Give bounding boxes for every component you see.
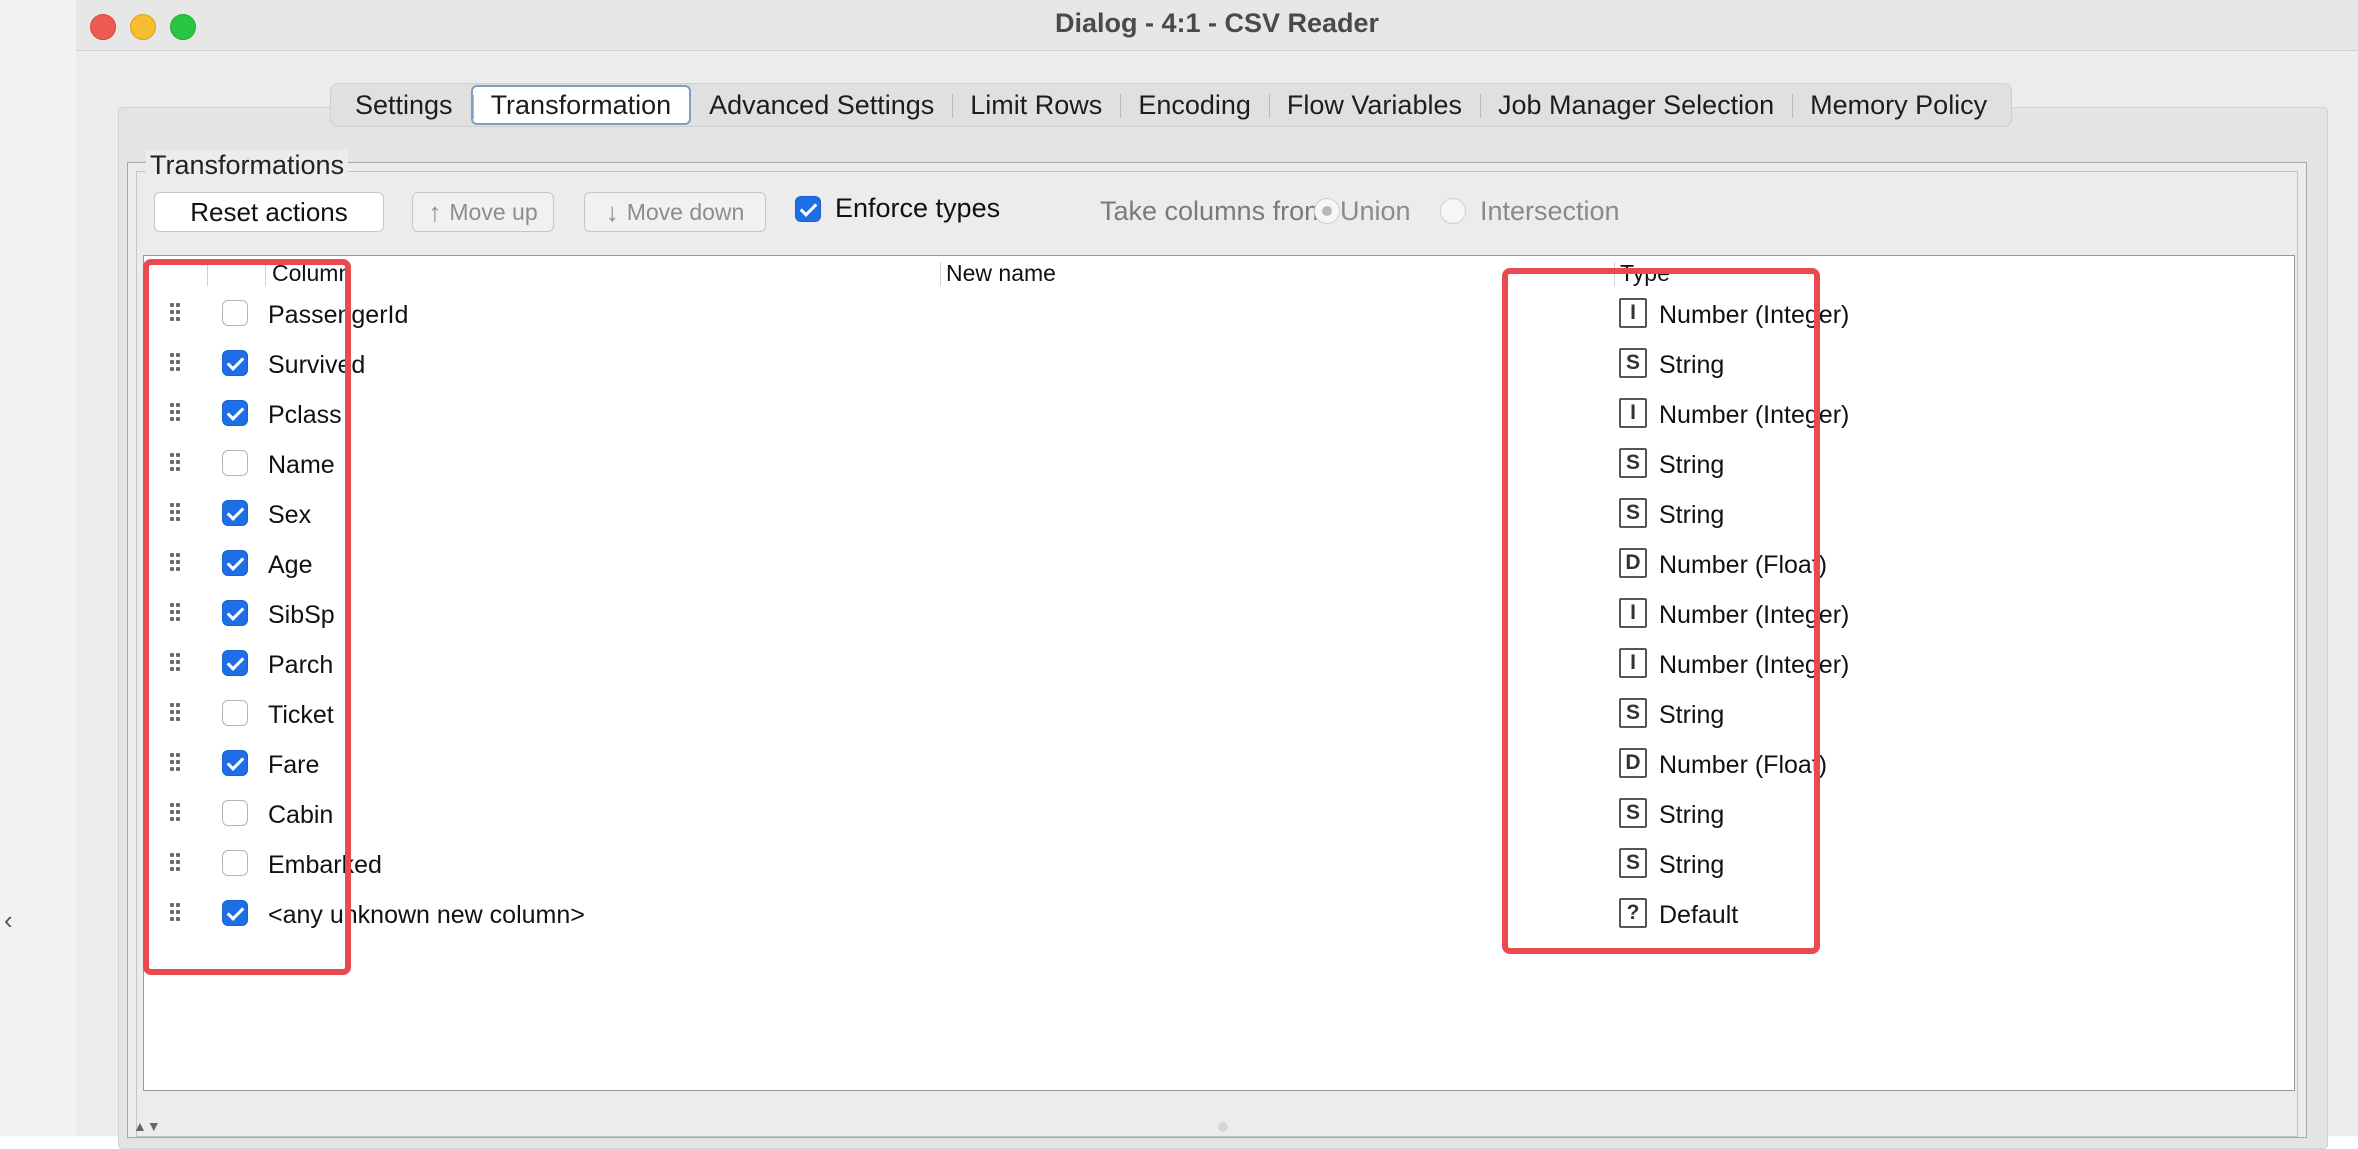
- tab-flow-variables[interactable]: Flow Variables: [1268, 86, 1480, 124]
- table-row[interactable]: Embarked S String: [144, 839, 2294, 889]
- arrow-up-icon: ↑: [428, 196, 442, 227]
- move-up-button[interactable]: ↑ Move up: [412, 192, 554, 232]
- take-columns-from-label: Take columns from:: [1100, 196, 1335, 226]
- collapse-chevron-icon[interactable]: ‹: [4, 905, 13, 936]
- transformations-table: Column New name Type PassengerId I Number …: [143, 255, 2295, 1091]
- transformations-group-title: Transformations: [146, 150, 349, 181]
- move-down-label: Move down: [626, 198, 745, 225]
- highlight-box-type: [1502, 268, 1820, 954]
- tab-transformation[interactable]: Transformation: [470, 85, 692, 125]
- reset-actions-button[interactable]: Reset actions: [154, 192, 384, 232]
- arrow-down-icon: ↓: [605, 196, 619, 227]
- table-row[interactable]: Age D Number (Float): [144, 539, 2294, 589]
- union-radio[interactable]: [1314, 198, 1340, 224]
- table-row[interactable]: Survived S String: [144, 339, 2294, 389]
- table-row[interactable]: SibSp I Number (Integer): [144, 589, 2294, 639]
- enforce-types-control[interactable]: Enforce types: [795, 193, 1000, 224]
- intersection-radio[interactable]: [1440, 198, 1466, 224]
- host-window-gutter: ‹: [0, 0, 77, 1136]
- window-title: Dialog - 4:1 - CSV Reader: [1054, 8, 1380, 38]
- tab-settings[interactable]: Settings: [337, 86, 471, 124]
- title-bar: Dialog - 4:1 - CSV Reader: [76, 0, 2358, 51]
- move-down-button[interactable]: ↓ Move down: [584, 192, 766, 232]
- new-name-header[interactable]: New name: [946, 260, 1056, 287]
- table-row[interactable]: Fare D Number (Float): [144, 739, 2294, 789]
- table-row[interactable]: PassengerId I Number (Integer): [144, 289, 2294, 339]
- highlight-box-column: [143, 259, 351, 975]
- table-row[interactable]: <any unknown new column>? Default: [144, 889, 2294, 939]
- tab-limit-rows[interactable]: Limit Rows: [952, 86, 1120, 124]
- enforce-types-checkbox[interactable]: [795, 195, 821, 222]
- scroll-handle[interactable]: [1218, 1122, 1228, 1132]
- table-row[interactable]: Parch I Number (Integer): [144, 639, 2294, 689]
- union-label: Union: [1340, 196, 1411, 226]
- tab-encoding[interactable]: Encoding: [1120, 86, 1269, 124]
- tab-job-manager-selection[interactable]: Job Manager Selection: [1479, 86, 1792, 124]
- tab-strip: Settings Transformation Advanced Setting…: [330, 83, 2013, 127]
- table-row[interactable]: Name S String: [144, 439, 2294, 489]
- table-row[interactable]: Ticket S String: [144, 689, 2294, 739]
- table-row[interactable]: Sex S String: [144, 489, 2294, 539]
- move-up-label: Move up: [449, 198, 538, 225]
- scroll-arrows-icon[interactable]: ▲▼: [133, 1118, 161, 1134]
- table-row[interactable]: Cabin S String: [144, 789, 2294, 839]
- enforce-types-label: Enforce types: [835, 193, 1001, 223]
- tab-advanced-settings[interactable]: Advanced Settings: [691, 86, 952, 124]
- tab-memory-policy[interactable]: Memory Policy: [1792, 86, 2005, 124]
- table-row[interactable]: Pclass I Number (Integer): [144, 389, 2294, 439]
- intersection-label: Intersection: [1480, 196, 1620, 226]
